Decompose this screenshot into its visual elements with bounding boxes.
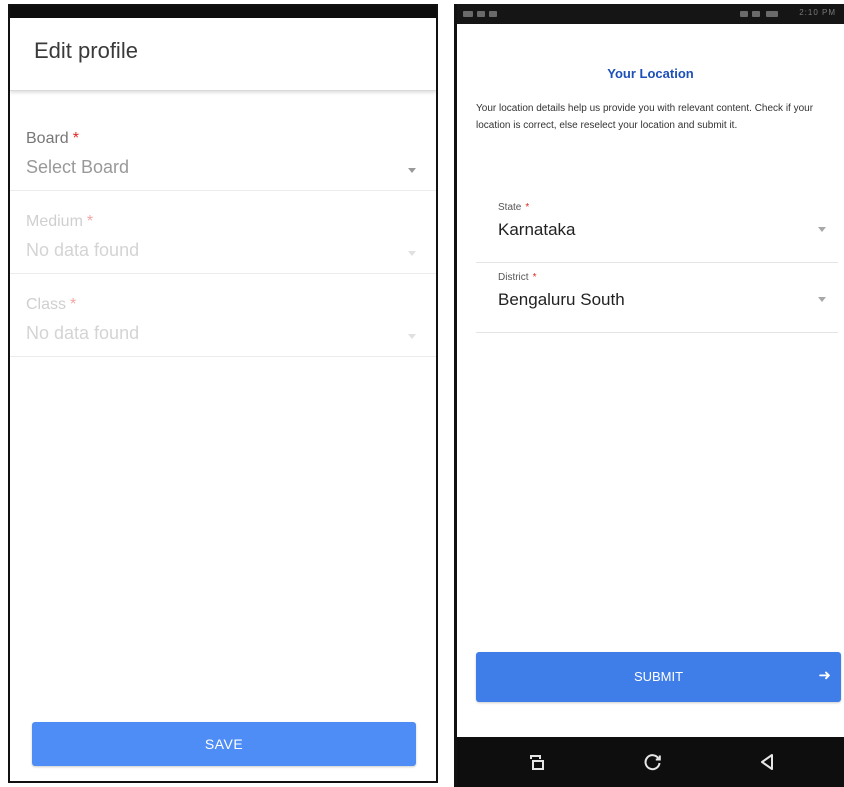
- wifi-icon: [740, 11, 748, 17]
- save-button[interactable]: SAVE: [32, 722, 416, 766]
- recent-apps-icon[interactable]: [527, 752, 547, 772]
- class-select: Class * No data found: [10, 274, 436, 357]
- arrow-right-icon: ➜: [818, 667, 831, 684]
- dropdown-arrow-icon: [818, 297, 826, 302]
- state-value: Karnataka: [498, 220, 576, 239]
- page-title: Edit profile: [34, 38, 138, 63]
- dropdown-arrow-icon: [408, 168, 416, 173]
- class-label: Class *: [26, 296, 77, 313]
- notification-icon: [477, 11, 485, 17]
- medium-select: Medium * No data found: [10, 191, 436, 274]
- board-label: Board *: [26, 130, 79, 147]
- dropdown-arrow-icon: [818, 227, 826, 232]
- state-select[interactable]: State * Karnataka: [476, 202, 838, 263]
- system-nav-bar: [457, 737, 844, 787]
- state-label: State *: [498, 202, 530, 213]
- required-mark: *: [532, 272, 537, 283]
- district-select[interactable]: District * Bengaluru South: [476, 272, 838, 333]
- status-bar: [10, 6, 436, 18]
- edit-profile-screen: Edit profile Board * Select Board Medium *…: [8, 4, 438, 783]
- required-mark: *: [525, 202, 530, 213]
- required-mark: *: [86, 213, 94, 230]
- battery-icon: [766, 11, 778, 17]
- medium-label: Medium *: [26, 213, 94, 230]
- location-description: Your location details help us provide yo…: [476, 103, 814, 131]
- status-bar: 2:10 PM: [457, 4, 844, 24]
- dropdown-arrow-icon: [408, 334, 416, 339]
- medium-value: No data found: [26, 240, 140, 260]
- district-value: Bengaluru South: [498, 290, 625, 309]
- home-icon[interactable]: [643, 752, 663, 772]
- notification-icon: [463, 11, 473, 17]
- district-label: District *: [498, 272, 537, 283]
- submit-label: SUBMIT: [633, 669, 684, 684]
- status-time: 2:10 PM: [799, 8, 836, 17]
- app-bar: Edit profile: [10, 18, 436, 91]
- class-value: No data found: [26, 323, 140, 343]
- location-screen: 2:10 PM Your Location Your location deta…: [454, 4, 844, 787]
- board-select[interactable]: Board * Select Board: [10, 108, 436, 191]
- submit-button[interactable]: SUBMIT ➜: [476, 652, 841, 702]
- board-value: Select Board: [26, 157, 130, 177]
- signal-icon: [752, 11, 760, 17]
- required-mark: *: [72, 130, 79, 147]
- required-mark: *: [70, 296, 77, 313]
- notification-icon: [489, 11, 497, 17]
- back-icon[interactable]: [757, 752, 777, 772]
- location-heading: Your Location: [607, 66, 694, 81]
- dropdown-arrow-icon: [408, 251, 416, 256]
